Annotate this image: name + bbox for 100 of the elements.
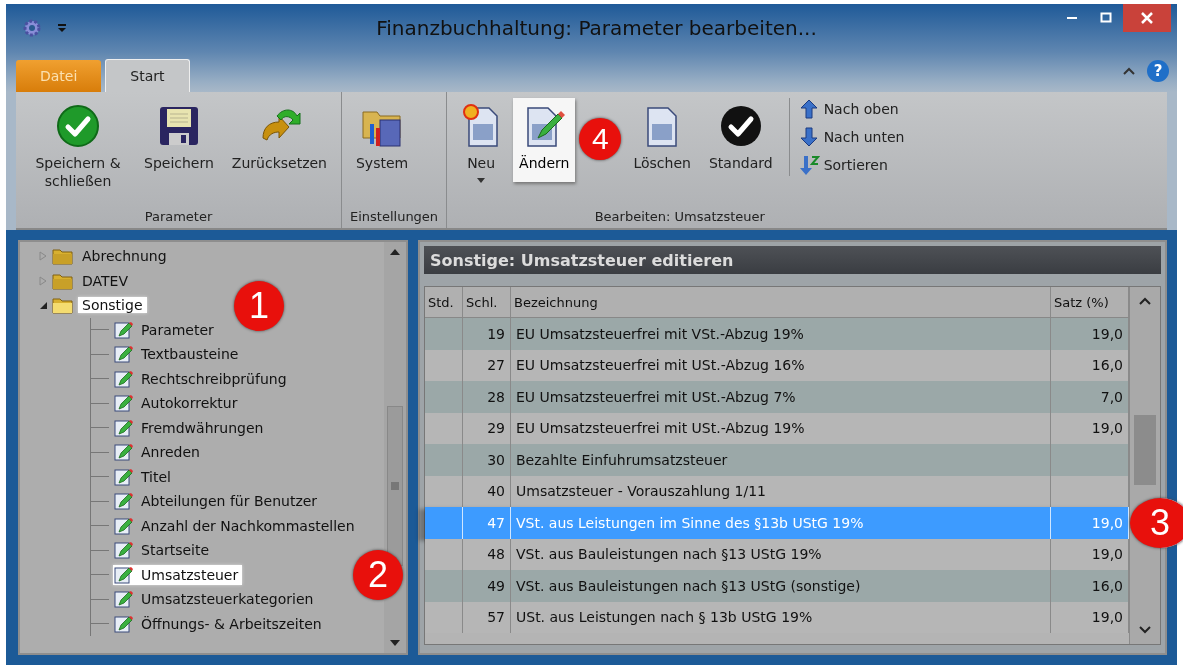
table-cell: VSt. aus Bauleistungen nach §13 UStG 19% [516, 546, 822, 563]
column-header[interactable]: Schl. [463, 287, 511, 317]
close-button[interactable] [1123, 4, 1171, 32]
checkmark-icon [718, 104, 763, 148]
ribbon-button[interactable]: Neu [455, 98, 508, 187]
table-cell: 16,0 [1091, 577, 1123, 594]
tree-item[interactable]: Startseite [137, 542, 214, 559]
ribbon-button[interactable]: System [350, 98, 415, 182]
edit-document-icon [113, 466, 133, 487]
tree-item[interactable]: Öffnungs- & Arbeitszeiten [137, 615, 326, 632]
ribbon-button[interactable]: Nach oben [797, 98, 905, 120]
ribbon-tab[interactable]: Start [105, 59, 190, 92]
ribbon-button[interactable]: Speichern & schließen [24, 98, 132, 194]
sort-icon [797, 154, 820, 176]
folder-icon [52, 246, 74, 267]
tree-item[interactable]: Anzahl der Nachkommastellen [137, 517, 359, 534]
annotation-badge: 2 [353, 549, 403, 600]
table-cell: 19,0 [1091, 609, 1123, 626]
annotation-badge: 1 [234, 281, 284, 331]
close-icon [1141, 12, 1153, 24]
table-cell: 27 [487, 357, 505, 374]
edit-document-icon [113, 344, 133, 365]
minimize-icon [1067, 17, 1077, 19]
collapse-arrow-icon[interactable] [38, 300, 48, 311]
ribbon-button[interactable]: Löschen [627, 98, 697, 182]
column-header[interactable]: Bezeichnung [511, 287, 1051, 317]
annotation-badge: 4 [579, 118, 622, 160]
table-cell: 28 [487, 388, 505, 405]
group-label: Parameter [143, 209, 214, 224]
tree-item[interactable]: Umsatzsteuerkategorien [137, 591, 318, 608]
table-cell: EU Umsatzsteuerfrei mit USt.-Abzug 16% [516, 357, 805, 374]
table-cell: 29 [487, 420, 505, 437]
table-cell: 19,0 [1091, 546, 1123, 563]
tree-item[interactable]: Anreden [137, 444, 204, 461]
tree-item[interactable]: Sonstige [78, 297, 147, 314]
table-cell: 19,0 [1091, 420, 1123, 437]
table-cell: 19 [487, 325, 505, 342]
edit-document-icon [113, 540, 133, 561]
table-row[interactable]: 28 EU Umsatzsteuerfrei mit USt.-Abzug 7% 7,0 [425, 381, 1129, 413]
ribbon-button[interactable]: Sortieren [797, 154, 905, 176]
table-cell: 48 [487, 546, 505, 563]
edit-document-icon [113, 589, 133, 610]
group-label: Bearbeiten: Umsatzsteuer [593, 209, 766, 224]
table-cell: 49 [487, 577, 505, 594]
edit-document-icon [113, 319, 133, 340]
table-cell: 30 [487, 451, 505, 468]
dropdown-icon[interactable] [56, 22, 68, 34]
checkmark-icon [56, 104, 100, 148]
panel-title: Sonstige: Umsatzsteuer editieren [424, 246, 1161, 274]
tree-item[interactable]: Parameter [137, 321, 218, 338]
table-cell: 7,0 [1100, 388, 1123, 405]
collapse-ribbon-icon[interactable] [1123, 66, 1135, 76]
table-cell: 57 [487, 609, 505, 626]
tree-item[interactable]: Autokorrektur [137, 395, 242, 412]
tree-item[interactable]: DATEV [78, 272, 132, 289]
ribbon-button[interactable]: Standard [702, 98, 779, 182]
scroll-down-icon[interactable] [389, 639, 401, 647]
edit-document-icon [113, 564, 133, 585]
table-cell: 16,0 [1091, 357, 1123, 374]
grip-icon [391, 482, 399, 490]
table-cell: 19,0 [1091, 514, 1123, 531]
help-button[interactable]: ? [1147, 60, 1169, 82]
table-cell: 19,0 [1091, 325, 1123, 342]
scrollbar-thumb[interactable] [1134, 415, 1156, 485]
tree-item[interactable]: Textbausteine [137, 346, 243, 363]
table-cell: USt. aus Leistungen nach § 13b UStG 19% [516, 609, 813, 626]
maximize-icon [1100, 12, 1112, 24]
tree-item[interactable]: Abrechnung [78, 248, 171, 265]
caret-icon [477, 178, 486, 183]
scroll-up-icon[interactable] [389, 248, 401, 256]
scroll-up-icon[interactable] [1139, 297, 1151, 305]
tree-item[interactable]: Abteilungen für Benutzer [137, 493, 322, 510]
scroll-down-icon[interactable] [1139, 626, 1151, 634]
table-row[interactable]: 49 VSt. aus Bauleistungen nach §13 UStG (sonstige) 16,0 [425, 570, 1129, 602]
tree-item[interactable]: Fremdwährungen [137, 419, 268, 436]
scrollbar-thumb[interactable] [387, 406, 403, 566]
column-header[interactable]: Std. [425, 287, 463, 317]
group-label: Einstellungen [350, 209, 439, 224]
folder-icon [52, 295, 74, 316]
table-cell: EU Umsatzsteuerfrei mit USt.-Abzug 19% [516, 420, 805, 437]
table-cell: Bezahlte Einfuhrumsatzsteuer [516, 451, 728, 468]
table-row[interactable]: 30 Bezahlte Einfuhrumsatzsteuer [425, 444, 1129, 476]
ribbon-button[interactable]: Speichern [138, 98, 220, 182]
table-cell: Umsatzsteuer - Vorauszahlung 1/11 [516, 483, 766, 500]
ribbon-button[interactable]: Zurücksetzen [225, 98, 333, 182]
table-cell: 40 [487, 483, 505, 500]
ribbon-button[interactable]: Nach unten [797, 126, 905, 148]
tree-item[interactable]: Rechtschreibprüfung [137, 370, 291, 387]
table-cell: VSt. aus Bauleistungen nach §13 UStG (sonstige) [516, 577, 861, 594]
edit-document-icon [113, 515, 133, 536]
edit-document-icon [113, 442, 133, 463]
window-title: Finanzbuchhaltung: Parameter bearbeiten... [375, 16, 818, 40]
edit-document-icon [113, 393, 133, 414]
table-cell: VSt. aus Leistungen im Sinne des §13b UStG 19% [516, 514, 864, 531]
edit-document-icon [113, 368, 133, 389]
table-row[interactable]: 19 EU Umsatzsteuerfrei mit VSt.-Abzug 19% 19,0 [425, 318, 1129, 350]
edit-document-icon [113, 613, 133, 634]
table-cell: EU Umsatzsteuerfrei mit USt.-Abzug 7% [516, 388, 796, 405]
table-cell: 47 [487, 514, 505, 531]
tree-item[interactable]: Titel [137, 468, 175, 485]
